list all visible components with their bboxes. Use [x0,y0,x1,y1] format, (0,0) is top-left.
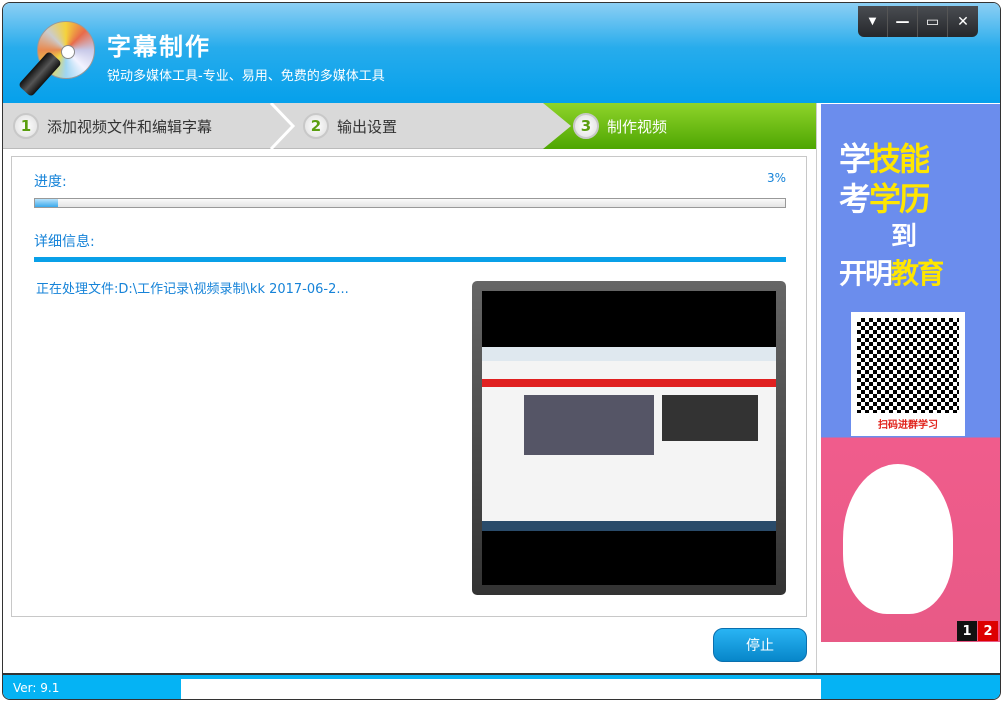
step-bar: 1 添加视频文件和编辑字幕 2 输出设置 3 制作视频 [3,103,817,149]
step-1: 1 添加视频文件和编辑字幕 [13,103,212,149]
advertisement-banner[interactable]: 学技能 考学历 到 开明教育 扫码进群学习 1 2 [821,104,1000,642]
window-controls: ▼ — ▭ ✕ [858,6,978,37]
app-title: 字幕制作 [107,33,211,61]
progress-fill [35,199,58,207]
details-divider [34,257,786,262]
step-number: 2 [303,113,329,139]
divider [816,103,817,673]
close-button[interactable]: ✕ [948,6,978,37]
step-number: 3 [573,113,599,139]
ad-headline-line3: 到 [891,222,917,252]
menu-dropdown-icon[interactable]: ▼ [858,6,888,37]
ad-headline-line2: 考学历 [839,174,931,220]
qr-caption: 扫码进群学习 [878,420,938,431]
step-label: 输出设置 [337,117,398,136]
ad-page-1[interactable]: 1 [957,621,977,641]
app-subtitle: 锐动多媒体工具-专业、易用、免费的多媒体工具 [107,69,385,84]
panda-mascot-image [843,464,953,614]
status-bar: Ver: 9.1 [3,673,1000,699]
version-label: Ver: 9.1 [13,681,60,695]
progress-percent: 3% [766,171,786,185]
step-separator [269,103,296,149]
progress-bar [34,198,786,208]
status-message-box [181,679,821,699]
header: 字幕制作 锐动多媒体工具-专业、易用、免费的多媒体工具 ▼ — ▭ ✕ [3,3,1000,103]
minimize-button[interactable]: — [888,6,918,37]
step-2: 2 输出设置 [303,103,397,149]
progress-panel: 进度: 3% 详细信息: 正在处理文件:D:\工作记录\视频录制\kk 2017… [11,156,807,617]
app-window: 字幕制作 锐动多媒体工具-专业、易用、免费的多媒体工具 ▼ — ▭ ✕ 1 添加视… [2,2,1001,700]
step-number: 1 [13,113,39,139]
video-preview [472,281,786,595]
step-label: 制作视频 [607,117,668,136]
video-frame [482,347,776,531]
ad-page-2[interactable]: 2 [978,621,998,641]
stop-button[interactable]: 停止 [713,628,807,662]
details-label: 详细信息: [34,234,95,250]
step-3: 3 制作视频 [573,103,667,149]
processing-file-text: 正在处理文件:D:\工作记录\视频录制\kk 2017-06-2... [36,282,349,297]
qr-code: 扫码进群学习 [851,312,965,436]
progress-label: 进度: [34,174,67,190]
maximize-button[interactable]: ▭ [918,6,948,37]
ad-brand-name: 开明教育 [839,252,945,292]
step-label: 添加视频文件和编辑字幕 [47,117,213,136]
app-logo-icon [17,21,95,98]
